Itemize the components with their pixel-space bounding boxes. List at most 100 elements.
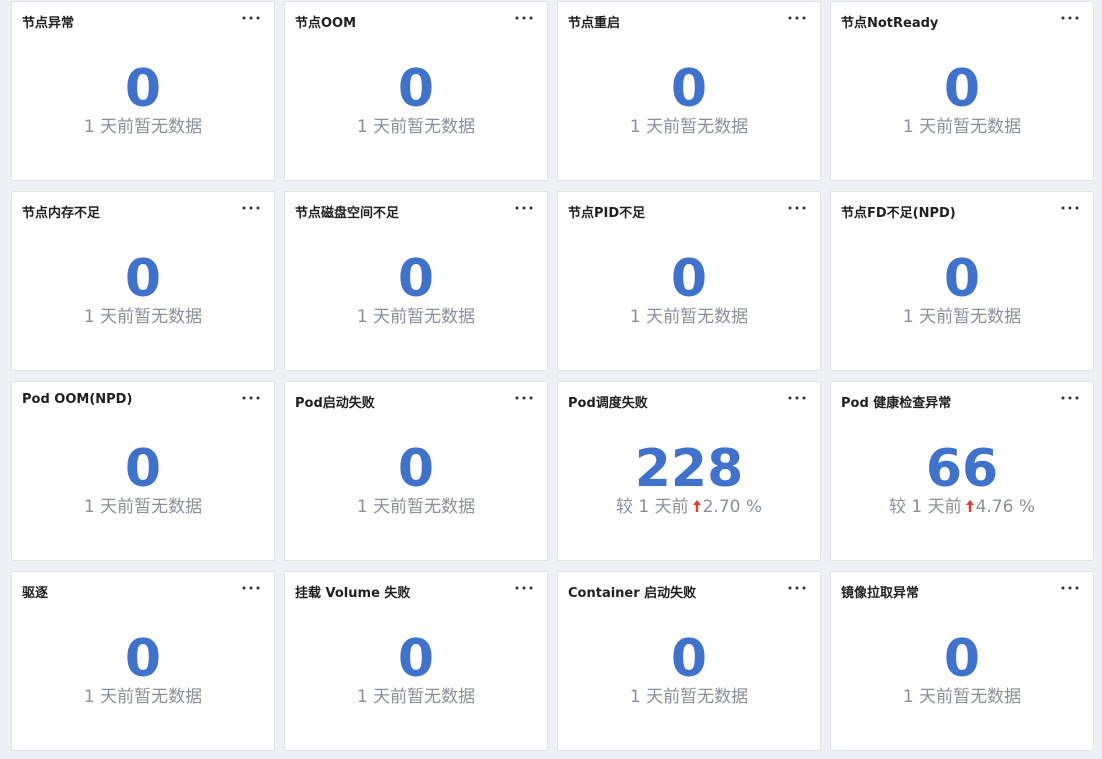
more-options-button[interactable] bbox=[1059, 389, 1081, 407]
card-title: Pod 健康检查异常 bbox=[841, 396, 952, 411]
more-dots-icon bbox=[788, 206, 806, 210]
card-title: Pod启动失败 bbox=[295, 396, 375, 411]
metric-card-node-disk-pressure: 节点磁盘空间不足 0 1 天前暂无数据 bbox=[284, 191, 548, 371]
change-percent: 4.76 % bbox=[975, 497, 1036, 517]
more-options-button[interactable] bbox=[786, 579, 808, 597]
more-dots-icon bbox=[1061, 16, 1079, 20]
metric-value: 0 bbox=[397, 439, 435, 499]
card-title: 节点PID不足 bbox=[568, 206, 646, 221]
metric-card-pod-start-failed: Pod启动失败 0 1 天前暂无数据 bbox=[284, 381, 548, 561]
metric-card-eviction: 驱逐 0 1 天前暂无数据 bbox=[11, 571, 275, 751]
metric-card-node-abnormal: 节点异常 0 1 天前暂无数据 bbox=[11, 1, 275, 181]
metric-card-container-start-failed: Container 启动失败 0 1 天前暂无数据 bbox=[557, 571, 821, 751]
metric-subtext: 1 天前暂无数据 bbox=[356, 307, 476, 327]
more-dots-icon bbox=[242, 396, 260, 400]
metric-value: 0 bbox=[397, 59, 435, 119]
metric-card-image-pull-abnormal: 镜像拉取异常 0 1 天前暂无数据 bbox=[830, 571, 1094, 751]
metric-value: 228 bbox=[634, 439, 744, 499]
card-title: 节点磁盘空间不足 bbox=[295, 206, 400, 221]
more-dots-icon bbox=[242, 206, 260, 210]
card-title: 节点内存不足 bbox=[22, 206, 101, 221]
metric-card-volume-mount-failed: 挂载 Volume 失败 0 1 天前暂无数据 bbox=[284, 571, 548, 751]
more-dots-icon bbox=[242, 16, 260, 20]
metric-card-node-pid-pressure: 节点PID不足 0 1 天前暂无数据 bbox=[557, 191, 821, 371]
metric-subtext: 1 天前暂无数据 bbox=[902, 687, 1022, 707]
more-dots-icon bbox=[515, 586, 533, 590]
metric-subtext: 1 天前暂无数据 bbox=[356, 117, 476, 137]
metric-card-pod-health-check-abnormal: Pod 健康检查异常 66 较 1 天前 4.76 % bbox=[830, 381, 1094, 561]
more-options-button[interactable] bbox=[240, 9, 262, 27]
metric-value: 0 bbox=[124, 439, 162, 499]
metric-card-node-oom: 节点OOM 0 1 天前暂无数据 bbox=[284, 1, 548, 181]
metric-value: 66 bbox=[925, 439, 999, 499]
card-title: Pod调度失败 bbox=[568, 396, 648, 411]
metric-card-pod-oom: Pod OOM(NPD) 0 1 天前暂无数据 bbox=[11, 381, 275, 561]
metric-value: 0 bbox=[943, 249, 981, 309]
metric-card-node-fd-pressure: 节点FD不足(NPD) 0 1 天前暂无数据 bbox=[830, 191, 1094, 371]
metric-value: 0 bbox=[124, 59, 162, 119]
more-options-button[interactable] bbox=[786, 199, 808, 217]
more-options-button[interactable] bbox=[786, 389, 808, 407]
metric-compare: 较 1 天前 2.70 % bbox=[558, 496, 820, 518]
metric-subtext: 1 天前暂无数据 bbox=[902, 117, 1022, 137]
more-options-button[interactable] bbox=[1059, 9, 1081, 27]
metric-subtext: 1 天前暂无数据 bbox=[83, 497, 203, 517]
more-dots-icon bbox=[1061, 586, 1079, 590]
metric-value: 0 bbox=[670, 249, 708, 309]
metric-card-pod-schedule-failed: Pod调度失败 228 较 1 天前 2.70 % bbox=[557, 381, 821, 561]
more-dots-icon bbox=[1061, 206, 1079, 210]
card-title: Pod OOM(NPD) bbox=[22, 392, 133, 407]
change-percent: 2.70 % bbox=[702, 497, 763, 517]
metric-value: 0 bbox=[397, 629, 435, 689]
metric-compare: 较 1 天前 4.76 % bbox=[831, 496, 1093, 518]
metric-value: 0 bbox=[670, 59, 708, 119]
metric-subtext: 1 天前暂无数据 bbox=[629, 307, 749, 327]
more-options-button[interactable] bbox=[1059, 579, 1081, 597]
compare-prefix: 较 1 天前 bbox=[615, 497, 689, 517]
metric-card-node-restart: 节点重启 0 1 天前暂无数据 bbox=[557, 1, 821, 181]
metric-subtext: 1 天前暂无数据 bbox=[356, 687, 476, 707]
card-title: 挂载 Volume 失败 bbox=[295, 586, 411, 601]
card-title: 节点FD不足(NPD) bbox=[841, 206, 956, 221]
more-options-button[interactable] bbox=[240, 199, 262, 217]
more-dots-icon bbox=[515, 206, 533, 210]
more-dots-icon bbox=[788, 16, 806, 20]
more-dots-icon bbox=[242, 586, 260, 590]
card-title: 节点OOM bbox=[295, 16, 357, 31]
metric-value: 0 bbox=[943, 629, 981, 689]
metric-value: 0 bbox=[943, 59, 981, 119]
metric-subtext: 1 天前暂无数据 bbox=[83, 687, 203, 707]
more-dots-icon bbox=[1061, 396, 1079, 400]
metric-subtext: 1 天前暂无数据 bbox=[902, 307, 1022, 327]
more-dots-icon bbox=[515, 396, 533, 400]
metric-card-node-memory-pressure: 节点内存不足 0 1 天前暂无数据 bbox=[11, 191, 275, 371]
metrics-grid: 节点异常 0 1 天前暂无数据 节点OOM 0 1 天前暂无数据 节点重启 0 … bbox=[0, 0, 1102, 759]
metric-subtext: 1 天前暂无数据 bbox=[629, 687, 749, 707]
card-title: 节点异常 bbox=[22, 16, 75, 31]
card-title: 节点NotReady bbox=[841, 16, 939, 31]
more-options-button[interactable] bbox=[513, 579, 535, 597]
metric-value: 0 bbox=[670, 629, 708, 689]
card-title: Container 启动失败 bbox=[568, 586, 697, 601]
more-dots-icon bbox=[515, 16, 533, 20]
more-options-button[interactable] bbox=[513, 9, 535, 27]
more-dots-icon bbox=[788, 396, 806, 400]
arrow-up-icon bbox=[965, 500, 974, 512]
metric-subtext: 1 天前暂无数据 bbox=[83, 307, 203, 327]
more-options-button[interactable] bbox=[513, 389, 535, 407]
more-dots-icon bbox=[788, 586, 806, 590]
card-title: 镜像拉取异常 bbox=[841, 586, 920, 601]
metric-subtext: 1 天前暂无数据 bbox=[83, 117, 203, 137]
more-options-button[interactable] bbox=[240, 389, 262, 407]
more-options-button[interactable] bbox=[1059, 199, 1081, 217]
compare-prefix: 较 1 天前 bbox=[888, 497, 962, 517]
more-options-button[interactable] bbox=[786, 9, 808, 27]
card-title: 驱逐 bbox=[22, 586, 49, 601]
arrow-up-icon bbox=[692, 500, 701, 512]
more-options-button[interactable] bbox=[240, 579, 262, 597]
card-title: 节点重启 bbox=[568, 16, 621, 31]
more-options-button[interactable] bbox=[513, 199, 535, 217]
metric-subtext: 1 天前暂无数据 bbox=[629, 117, 749, 137]
metric-value: 0 bbox=[124, 629, 162, 689]
metric-value: 0 bbox=[124, 249, 162, 309]
